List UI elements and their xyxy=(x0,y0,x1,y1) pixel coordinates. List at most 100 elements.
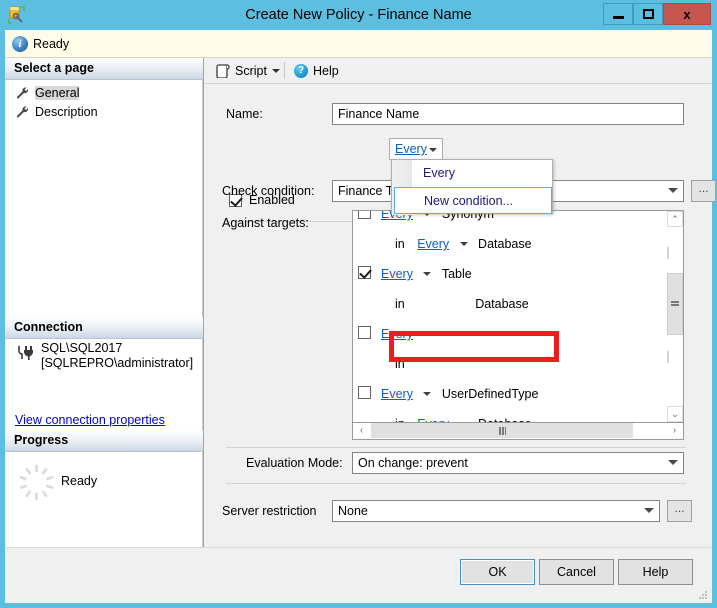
wrench-icon xyxy=(17,87,29,99)
dialog-footer: OK Cancel Help xyxy=(5,547,712,603)
progress-spinner-icon xyxy=(19,464,54,501)
sidebar-item-description[interactable]: Description xyxy=(13,103,98,121)
row-prefix-label: in xyxy=(395,357,405,371)
evaluation-mode-label: Evaluation Mode: xyxy=(246,456,343,470)
dialog-window: Create New Policy - Finance Name x i Rea… xyxy=(0,0,717,608)
server-restriction-value: None xyxy=(338,504,368,518)
sidebar-item-label: Description xyxy=(35,105,98,119)
server-restriction-browse-button[interactable]: ... xyxy=(667,500,692,522)
name-input[interactable]: Finance Name xyxy=(332,103,684,125)
menu-item-new-condition[interactable]: New condition... xyxy=(394,187,552,214)
connection-header: Connection xyxy=(5,317,203,339)
info-icon: i xyxy=(12,36,28,52)
name-label: Name: xyxy=(226,107,263,121)
check-condition-browse-button[interactable]: ... xyxy=(691,180,716,202)
connection-text: SQL\SQL2017 [SQLREPRO\administrator] xyxy=(41,341,201,371)
help-icon: ? xyxy=(294,64,308,78)
ok-button[interactable]: OK xyxy=(460,559,535,585)
cancel-button[interactable]: Cancel xyxy=(539,559,614,585)
help-button-footer[interactable]: Help xyxy=(618,559,693,585)
table-row[interactable]: in xyxy=(353,348,683,378)
divider xyxy=(226,483,686,484)
horizontal-scrollbar[interactable]: ‹ › xyxy=(352,423,684,440)
scroll-left-button[interactable]: ‹ xyxy=(353,423,370,438)
scroll-up-button[interactable]: ⌃ xyxy=(667,211,683,227)
row-scope-link[interactable]: Every xyxy=(381,387,413,401)
chevron-down-icon xyxy=(668,188,678,193)
row-checkbox[interactable] xyxy=(358,266,371,279)
toolbar-separator xyxy=(284,62,285,79)
row-scope-link[interactable]: Every xyxy=(381,327,413,341)
row-checkbox[interactable] xyxy=(358,326,371,339)
scroll-down-button[interactable]: ⌄ xyxy=(667,406,683,422)
horizontal-scroll-thumb[interactable] xyxy=(371,423,633,438)
table-row[interactable]: in Database xyxy=(353,288,683,318)
script-label: Script xyxy=(235,64,267,78)
progress-text: Ready xyxy=(61,474,98,488)
row-type-label: UserDefinedType xyxy=(441,387,539,401)
server-restriction-label: Server restriction xyxy=(222,504,317,518)
row-scope-link[interactable]: Every xyxy=(381,267,413,281)
table-row[interactable]: Every xyxy=(353,318,683,348)
script-icon xyxy=(216,64,230,78)
table-row[interactable]: Every Table xyxy=(353,258,683,288)
status-bar: i Ready xyxy=(5,30,712,58)
table-row[interactable]: in Every Database xyxy=(353,408,683,422)
divider xyxy=(226,447,686,448)
vertical-scroll-thumb[interactable] xyxy=(667,273,683,335)
scroll-right-button[interactable]: › xyxy=(666,423,683,438)
row-checkbox[interactable] xyxy=(358,211,371,219)
row-prefix-label: in xyxy=(395,297,405,311)
row-type-label: Database xyxy=(478,237,532,251)
server-restriction-select[interactable]: None xyxy=(332,500,660,522)
status-text: Ready xyxy=(33,37,70,51)
against-targets-label: Against targets: xyxy=(222,216,309,230)
row-type-label: Table xyxy=(441,267,472,281)
left-pane: Select a page General Description Connec… xyxy=(5,58,203,547)
connection-user: [SQLREPRO\administrator] xyxy=(41,356,194,370)
inline-scope-dropdown-button[interactable]: Every xyxy=(389,138,443,160)
scroll-tick xyxy=(667,351,669,363)
table-row[interactable]: Every UserDefinedType xyxy=(353,378,683,408)
progress-block: Ready xyxy=(5,452,203,518)
evaluation-mode-select[interactable]: On change: prevent xyxy=(352,452,684,474)
view-connection-properties-link[interactable]: View connection properties xyxy=(15,413,165,427)
select-a-page-header: Select a page xyxy=(5,58,203,80)
progress-header: Progress xyxy=(5,430,203,452)
row-checkbox[interactable] xyxy=(358,386,371,399)
connection-block: SQL\SQL2017 [SQLREPRO\administrator] Vie… xyxy=(5,339,203,430)
chevron-down-icon[interactable] xyxy=(459,241,468,246)
evaluation-mode-value: On change: prevent xyxy=(358,456,468,470)
minimize-button[interactable] xyxy=(603,3,633,25)
chevron-down-icon[interactable] xyxy=(271,69,280,73)
check-condition-label: Check condition: xyxy=(222,184,315,198)
maximize-button[interactable] xyxy=(633,3,663,25)
help-label: Help xyxy=(313,64,339,78)
table-row[interactable]: in Every Database xyxy=(353,228,683,258)
row-type-label: Database xyxy=(475,297,529,311)
scroll-tick xyxy=(667,247,669,259)
resize-grip-icon[interactable] xyxy=(696,588,708,600)
vertical-scrollbar[interactable]: ⌃ ⌄ xyxy=(667,211,683,422)
chevron-down-icon[interactable] xyxy=(423,271,432,276)
wrench-icon xyxy=(17,106,29,118)
script-button[interactable]: Script xyxy=(212,60,284,82)
scope-dropdown-menu[interactable]: Every New condition... xyxy=(391,159,554,215)
against-targets-list[interactable]: Every Synonym in Every Database Every Ta… xyxy=(352,210,684,423)
sidebar-item-general[interactable]: General xyxy=(13,84,80,102)
help-button[interactable]: ? Help xyxy=(290,60,343,82)
title-bar: Create New Policy - Finance Name x xyxy=(0,0,717,30)
chevron-down-icon xyxy=(644,508,654,513)
chevron-down-icon[interactable] xyxy=(429,148,437,152)
menu-item-every[interactable]: Every xyxy=(412,160,554,187)
sidebar-item-label: General xyxy=(35,86,80,100)
close-button[interactable]: x xyxy=(663,3,711,25)
row-prefix-label: in xyxy=(395,237,405,251)
inline-scope-dropdown-label[interactable]: Every xyxy=(395,142,427,156)
chevron-down-icon xyxy=(668,460,678,465)
right-pane: Script ? Help Name: Finance Name Enabled… xyxy=(204,58,716,547)
toolbar: Script ? Help xyxy=(204,58,712,84)
connection-server: SQL\SQL2017 xyxy=(41,341,123,355)
row-scope-link[interactable]: Every xyxy=(417,237,449,251)
chevron-down-icon[interactable] xyxy=(423,391,432,396)
